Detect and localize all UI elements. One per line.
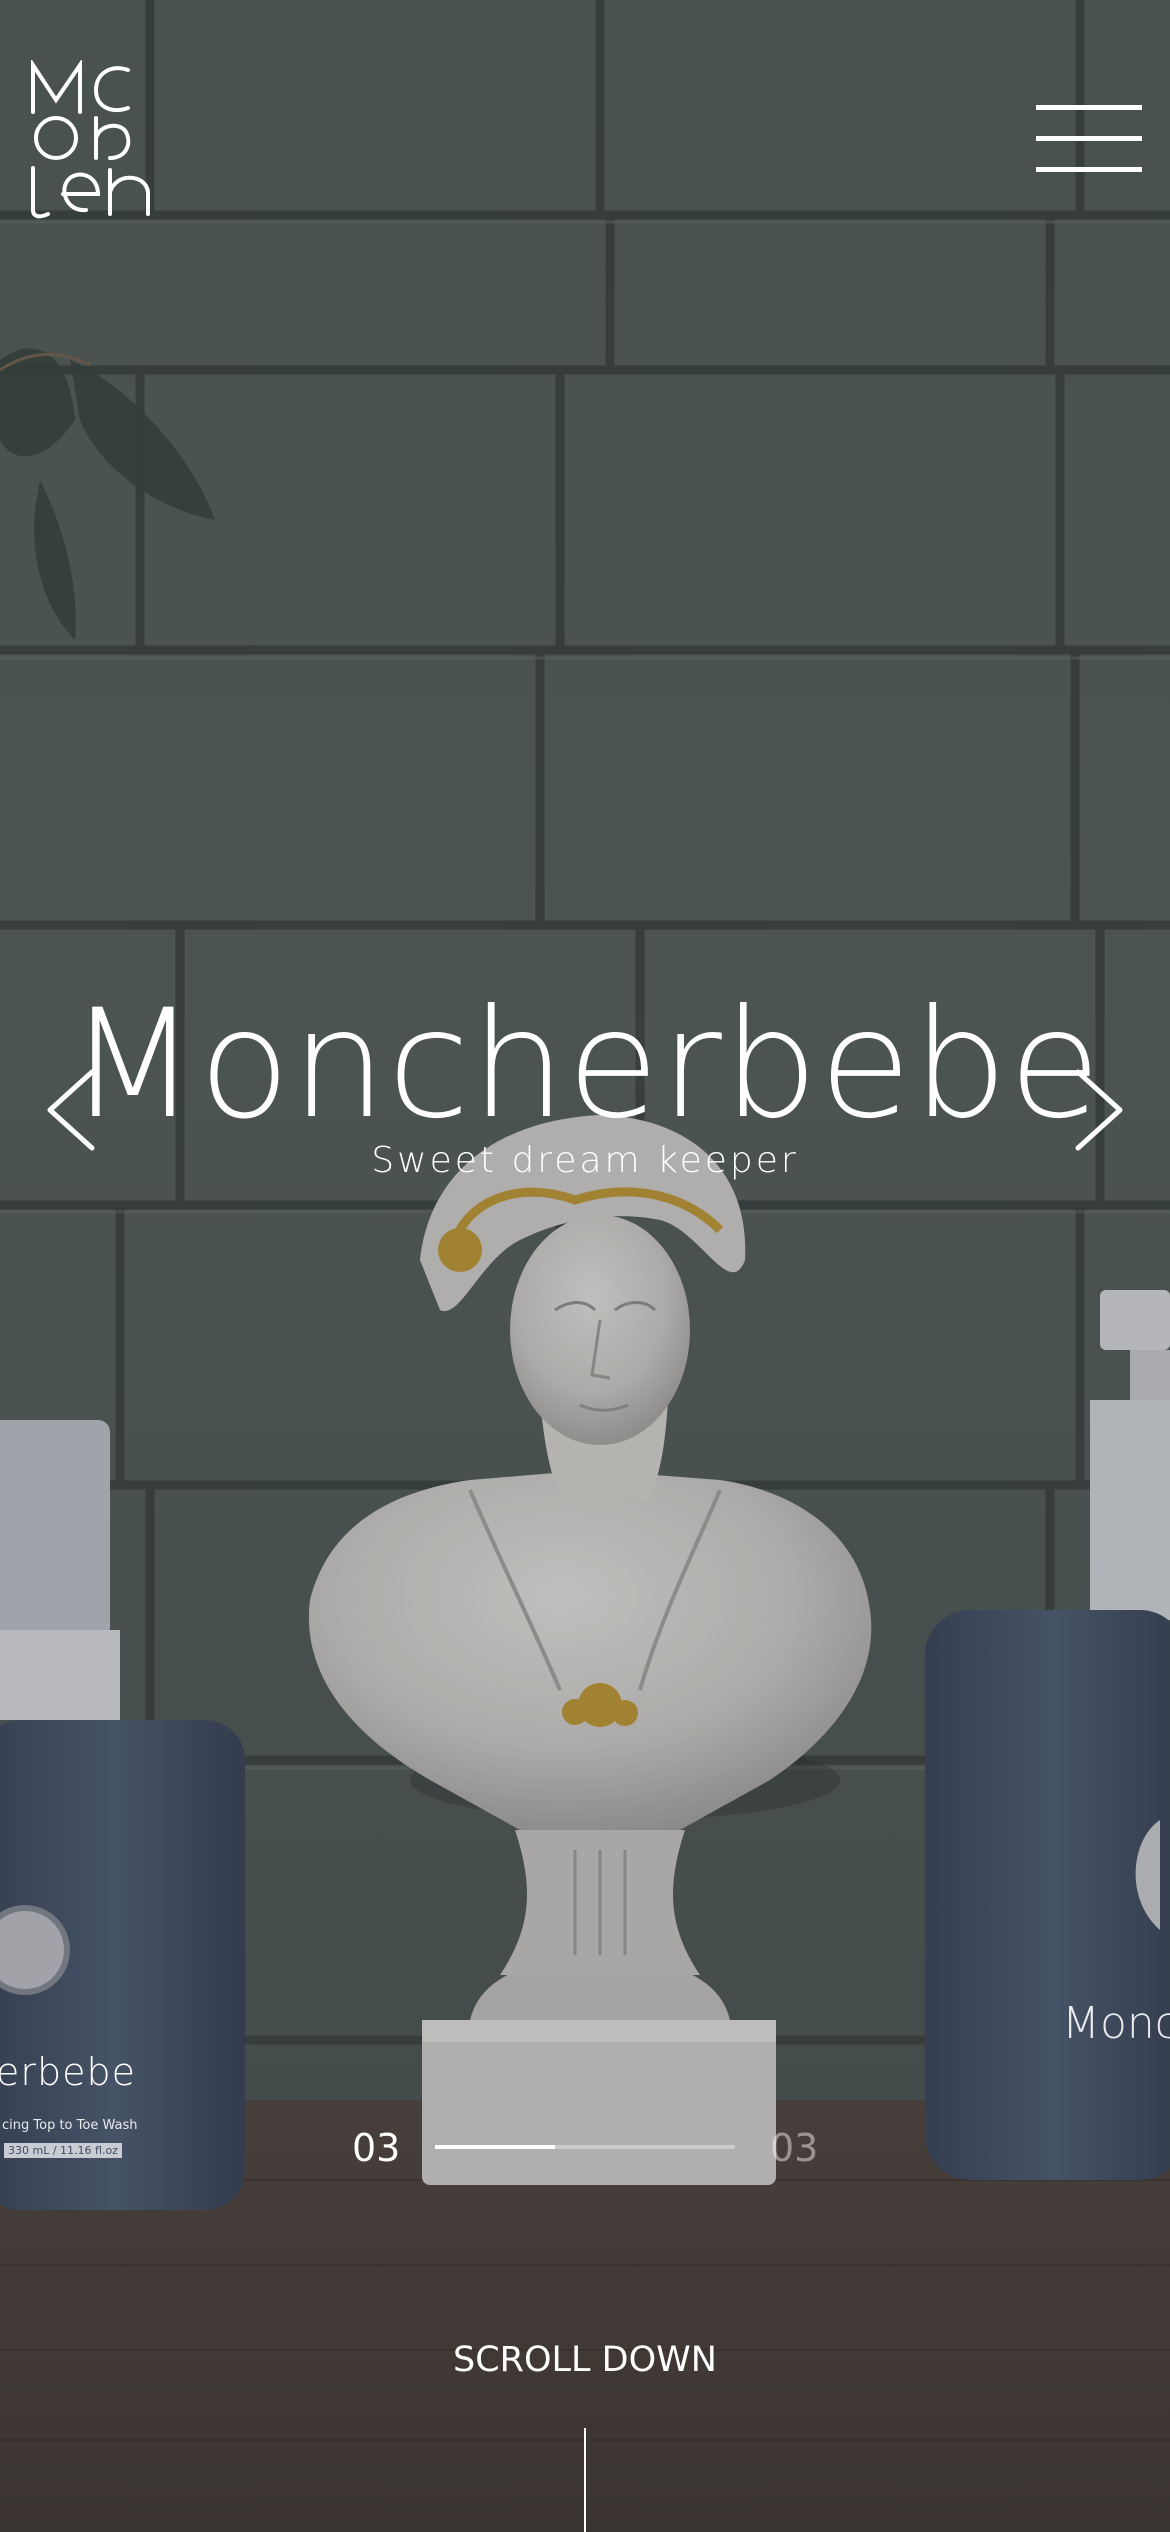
left-bottle-volume: 330 mL / 11.16 fl.oz	[4, 2143, 122, 2158]
slide-progress-bar	[435, 2145, 735, 2149]
menu-line	[1036, 105, 1142, 110]
hero-tagline: Sweet dream keeper	[371, 1140, 799, 1181]
left-bottle-label: erbebe	[0, 2050, 137, 2094]
hero-slider: Moncherbebe Sweet dream keeper erbebe ci…	[0, 0, 1170, 2532]
right-bottle-label: Monc	[1062, 1998, 1170, 2049]
hamburger-menu-icon[interactable]	[1036, 105, 1142, 175]
hero-title: Moncherbebe	[68, 978, 1102, 1152]
slide-total-number: 03	[770, 2126, 819, 2170]
menu-line	[1036, 136, 1142, 141]
left-bottle-sublabel: cing Top to Toe Wash	[2, 2118, 138, 2133]
scroll-down-button[interactable]: SCROLL DOWN	[0, 2340, 1170, 2380]
moncherbebe-monogram-logo[interactable]	[28, 60, 168, 220]
menu-line	[1036, 167, 1142, 172]
scroll-indicator-line	[584, 2428, 586, 2532]
hero-background-photo	[0, 0, 1170, 2532]
slide-current-number: 03	[352, 2126, 401, 2170]
slide-progress-fill	[435, 2145, 555, 2149]
